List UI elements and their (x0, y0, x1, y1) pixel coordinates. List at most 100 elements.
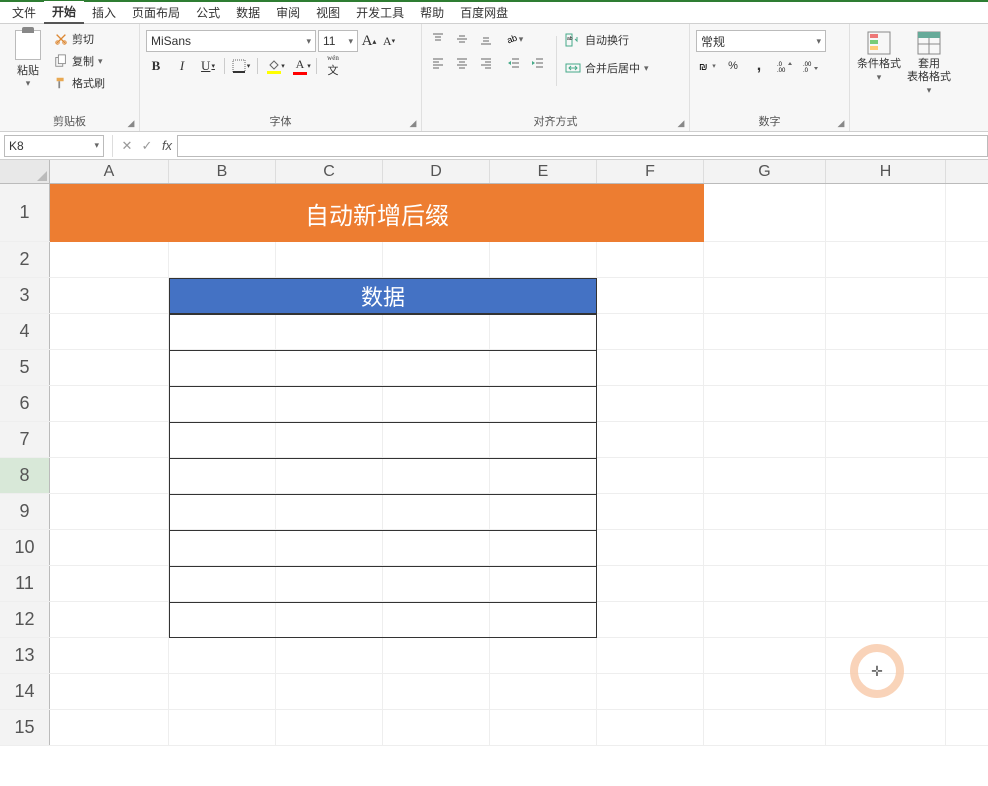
data-row[interactable] (170, 459, 596, 495)
row-header-6[interactable]: 6 (0, 386, 50, 421)
menu-review[interactable]: 审阅 (268, 2, 308, 23)
row-header-11[interactable]: 11 (0, 566, 50, 601)
clipboard-launcher[interactable]: ◢ (125, 117, 137, 129)
data-row[interactable] (170, 423, 596, 459)
brush-icon (54, 76, 68, 90)
bucket-icon (267, 59, 281, 71)
orientation-button[interactable]: ab▾ (504, 30, 524, 48)
name-box[interactable]: K8 ▾ (4, 135, 104, 157)
border-button[interactable]: ▾ (231, 56, 251, 76)
row-header-8[interactable]: 8 (0, 458, 50, 493)
phonetic-button[interactable]: wén文 (323, 56, 343, 76)
number-format-select[interactable]: 常规 ▾ (696, 30, 826, 52)
data-row[interactable] (170, 567, 596, 603)
menu-devtools[interactable]: 开发工具 (348, 2, 412, 23)
row-header-3[interactable]: 3 (0, 278, 50, 313)
font-launcher[interactable]: ◢ (407, 117, 419, 129)
bold-button[interactable]: B (146, 56, 166, 76)
col-header-A[interactable]: A (50, 160, 169, 183)
format-as-table-button[interactable]: 套用表格格式 ▾ (906, 30, 952, 98)
row-header-15[interactable]: 15 (0, 710, 50, 745)
align-left-button[interactable] (428, 54, 448, 72)
col-header-D[interactable]: D (383, 160, 490, 183)
formula-bar: K8 ▾ ✕ ✓ fx (0, 132, 988, 160)
data-table-header[interactable]: 数据 (169, 278, 597, 314)
chevron-down-icon: ▾ (816, 36, 821, 47)
align-right-button[interactable] (476, 54, 496, 72)
decrease-font-button[interactable]: A▾ (380, 31, 398, 51)
font-size-select[interactable]: 11 ▾ (318, 30, 358, 52)
menu-bar: 文件 开始 插入 页面布局 公式 数据 审阅 视图 开发工具 帮助 百度网盘 (0, 2, 988, 24)
menu-help[interactable]: 帮助 (412, 2, 452, 23)
menu-file[interactable]: 文件 (4, 2, 44, 23)
data-row[interactable] (170, 387, 596, 423)
data-row[interactable] (170, 603, 596, 639)
row-header-4[interactable]: 4 (0, 314, 50, 349)
col-header-H[interactable]: H (826, 160, 946, 183)
comma-button[interactable]: , (748, 56, 770, 76)
formula-input[interactable] (177, 135, 988, 157)
col-header-C[interactable]: C (276, 160, 383, 183)
menu-baidu[interactable]: 百度网盘 (452, 2, 516, 23)
data-row[interactable] (170, 315, 596, 351)
col-header-G[interactable]: G (704, 160, 826, 183)
italic-button[interactable]: I (172, 56, 192, 76)
align-bottom-button[interactable] (476, 30, 496, 48)
title-banner[interactable]: 自动新增后缀 (50, 184, 704, 242)
svg-text:₪: ₪ (699, 62, 708, 73)
row-header-5[interactable]: 5 (0, 350, 50, 385)
font-color-button[interactable]: A ▾ (290, 56, 310, 76)
paste-button[interactable]: 粘贴 ▾ (6, 26, 50, 89)
menu-view[interactable]: 视图 (308, 2, 348, 23)
wrap-icon: ab (565, 33, 581, 47)
menu-pagelayout[interactable]: 页面布局 (124, 2, 188, 23)
row-header-12[interactable]: 12 (0, 602, 50, 637)
data-row[interactable] (170, 495, 596, 531)
row-header-14[interactable]: 14 (0, 674, 50, 709)
align-center-button[interactable] (452, 54, 472, 72)
copy-button[interactable]: 复制 ▾ (54, 52, 105, 70)
menu-home[interactable]: 开始 (44, 1, 84, 24)
col-header-E[interactable]: E (490, 160, 597, 183)
row-header-9[interactable]: 9 (0, 494, 50, 529)
row-header-10[interactable]: 10 (0, 530, 50, 565)
decrease-decimal-button[interactable]: .00.0 (800, 56, 822, 76)
align-top-button[interactable] (428, 30, 448, 48)
svg-text:.0: .0 (803, 68, 809, 73)
alignment-launcher[interactable]: ◢ (675, 117, 687, 129)
row-header-1[interactable]: 1 (0, 184, 50, 241)
data-row[interactable] (170, 531, 596, 567)
fx-button[interactable]: fx (157, 136, 177, 156)
select-all-button[interactable] (0, 160, 50, 183)
format-painter-button[interactable]: 格式刷 (54, 74, 105, 92)
row-header-13[interactable]: 13 (0, 638, 50, 673)
cut-button[interactable]: 剪切 (54, 30, 105, 48)
increase-indent-button[interactable] (528, 54, 548, 72)
col-header-B[interactable]: B (169, 160, 276, 183)
number-launcher[interactable]: ◢ (835, 117, 847, 129)
row-header-2[interactable]: 2 (0, 242, 50, 277)
merge-center-button[interactable]: 合并后居中 ▾ (565, 58, 649, 78)
increase-decimal-button[interactable]: .0.00 (774, 56, 796, 76)
currency-icon: ₪ (698, 59, 712, 73)
row-header-7[interactable]: 7 (0, 422, 50, 457)
confirm-formula-button[interactable]: ✓ (137, 136, 157, 156)
underline-button[interactable]: U▾ (198, 56, 218, 76)
decrease-indent-button[interactable] (504, 54, 524, 72)
clipboard-icon (15, 30, 41, 60)
menu-data[interactable]: 数据 (228, 2, 268, 23)
align-middle-button[interactable] (452, 30, 472, 48)
cancel-formula-button[interactable]: ✕ (117, 136, 137, 156)
conditional-format-button[interactable]: 条件格式▾ (856, 30, 902, 84)
col-header-F[interactable]: F (597, 160, 704, 183)
wrap-text-button[interactable]: ab 自动换行 (565, 30, 649, 50)
font-name-select[interactable]: MiSans ▾ (146, 30, 316, 52)
fill-color-button[interactable]: ▾ (264, 56, 284, 76)
data-row[interactable] (170, 351, 596, 387)
menu-formula[interactable]: 公式 (188, 2, 228, 23)
currency-button[interactable]: ₪▾ (696, 56, 718, 76)
dec-dec-icon: .00.0 (803, 59, 819, 73)
percent-button[interactable]: % (722, 56, 744, 76)
menu-insert[interactable]: 插入 (84, 2, 124, 23)
increase-font-button[interactable]: A▴ (360, 31, 378, 51)
